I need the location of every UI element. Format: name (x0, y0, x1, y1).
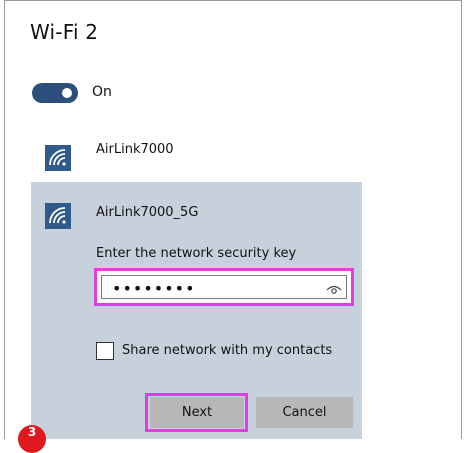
window-border-left (4, 0, 5, 439)
share-network-label: Share network with my contacts (122, 343, 333, 358)
wifi-settings-window: Wi-Fi 2 On AirLink7000 AirLink7000_5G En… (0, 0, 467, 453)
network-name: AirLink7000 (96, 142, 174, 157)
wifi-signal-icon (45, 203, 71, 229)
toggle-knob (62, 88, 72, 98)
window-border-top (4, 0, 462, 1)
security-key-input[interactable]: •••••••• (101, 275, 347, 299)
security-key-value: •••••••• (112, 279, 196, 298)
eye-icon[interactable] (326, 282, 342, 296)
security-key-prompt: Enter the network security key (96, 246, 297, 261)
security-key-highlight: •••••••• (94, 268, 354, 306)
next-button[interactable]: Next (150, 397, 244, 428)
step-badge: 3 (18, 425, 46, 453)
network-item-airlink7000[interactable]: AirLink7000 (0, 130, 462, 180)
selected-network-name: AirLink7000_5G (96, 205, 199, 220)
wifi-toggle[interactable] (32, 83, 78, 103)
toggle-state-label: On (92, 84, 112, 100)
share-network-checkbox[interactable] (96, 342, 114, 360)
wifi-signal-icon (45, 145, 71, 171)
page-title: Wi-Fi 2 (30, 20, 99, 44)
window-border-right (461, 0, 462, 439)
cancel-button[interactable]: Cancel (256, 397, 353, 428)
